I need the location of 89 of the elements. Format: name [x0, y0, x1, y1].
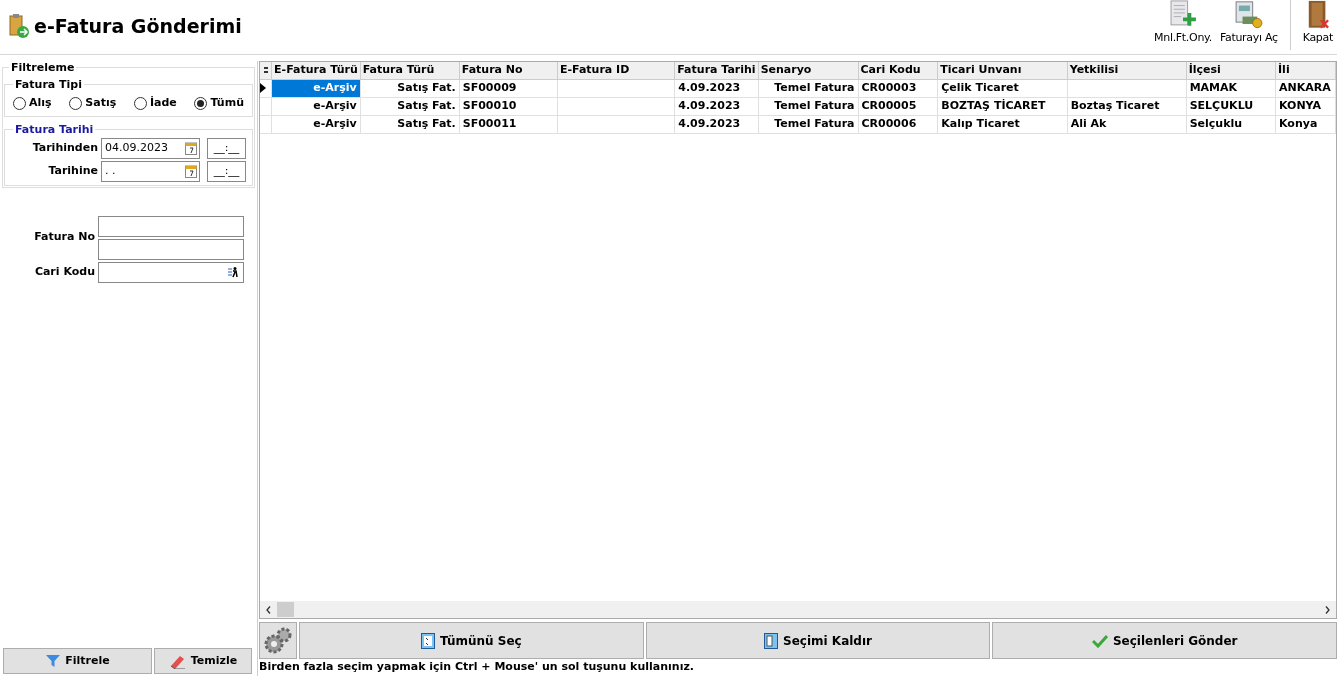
toolbar-button[interactable]: Faturayı Aç — [1215, 0, 1282, 50]
date-field[interactable]: 04.09.2023 — [101, 137, 200, 159]
horizontal-scrollbar[interactable] — [260, 601, 1336, 618]
column-header[interactable]: Fatura Türü — [360, 62, 460, 79]
lookup-field[interactable] — [98, 261, 244, 283]
scroll-thumb[interactable] — [277, 602, 294, 617]
table-cell: 4.09.2023 — [678, 98, 741, 112]
checkmark-icon — [1091, 633, 1108, 648]
time-field[interactable]: __:__ — [207, 160, 246, 182]
table-cell: Çelik Ticaret — [941, 80, 1019, 94]
table-row[interactable]: e-Arşiv Satış Fat. SF00009 4.09.2023 Temel Fatura CR00003 Çelik Ticaret MAMAK ANKARA — [260, 79, 1336, 97]
table-cell: BOZTAŞ TİCARET — [941, 98, 1046, 112]
column-header[interactable]: E-Fatura Türü — [271, 62, 361, 79]
table-cell: ANKARA — [1279, 80, 1331, 94]
gears-icon — [263, 625, 293, 656]
table-cell: Selçuklu — [1189, 116, 1243, 130]
column-header[interactable]: Fatura Tarihi — [674, 62, 759, 79]
table-row[interactable]: e-Arşiv Satış Fat. SF00011 4.09.2023 Temel Fatura CR00006 Kalıp Ticaret Ali Ak Selçuklu Konya — [260, 115, 1336, 133]
column-header[interactable]: Yetkilisi — [1067, 62, 1187, 79]
table-cell: Satış Fat. — [397, 98, 456, 112]
table-cell: Temel Fatura — [774, 80, 855, 94]
toolbar-button[interactable]: Kapat — [1298, 0, 1337, 50]
table-cell: e-Arşiv — [313, 80, 357, 94]
filter-button[interactable]: Filtrele — [3, 648, 152, 674]
settings-button[interactable] — [259, 622, 297, 659]
checklist-icon — [420, 632, 435, 649]
radio-button[interactable] — [69, 96, 83, 110]
grid-dots-icon — [263, 67, 268, 73]
table-cell: Temel Fatura — [774, 116, 855, 130]
table-cell: KONYA — [1279, 98, 1322, 112]
table-cell: Kalıp Ticaret — [941, 116, 1020, 130]
window-title: e-Fatura Gönderimi — [34, 14, 242, 39]
table-cell: Temel Fatura — [774, 98, 855, 112]
table-cell: e-Arşiv — [313, 116, 357, 130]
eraser-icon — [168, 653, 187, 669]
radio-option[interactable]: Satış — [69, 95, 117, 112]
status-text: Birden fazla seçim yapmak için Ctrl + Mouse' un sol tuşunu kullanınız. — [258, 659, 695, 675]
time-field[interactable]: __:__ — [207, 137, 246, 159]
column-header[interactable]: İlçesi — [1186, 62, 1276, 79]
table-cell: Ali Ak — [1070, 116, 1107, 130]
table-cell: CR00003 — [861, 80, 917, 94]
action-button[interactable]: Tümünü Seç — [299, 622, 644, 659]
table-cell: CR00006 — [861, 116, 917, 130]
scroll-right-icon[interactable] — [1325, 605, 1330, 614]
date-field[interactable]: . . — [101, 160, 200, 182]
field-label: Tarihine — [47, 162, 98, 179]
column-header[interactable]: Ticari Unvanı — [937, 62, 1068, 79]
calendar-icon[interactable] — [185, 141, 197, 155]
table-cell: SF00009 — [462, 80, 517, 94]
radio-button[interactable] — [194, 96, 208, 110]
radio-button[interactable] — [13, 96, 26, 110]
radio-option[interactable]: Tümü — [194, 95, 244, 112]
row-pointer-icon — [260, 83, 266, 93]
table-row[interactable]: e-Arşiv Satış Fat. SF00010 4.09.2023 Temel Fatura CR00005 BOZTAŞ TİCARET Boztaş Ticaret SELÇUKLU KONYA — [260, 97, 1336, 115]
table-cell: Satış Fat. — [397, 80, 456, 94]
table-cell: SF00010 — [462, 98, 517, 112]
funnel-icon — [45, 653, 62, 669]
table-cell: Satış Fat. — [397, 116, 456, 130]
table-cell: e-Arşiv — [313, 98, 357, 112]
table-cell: Boztaş Ticaret — [1070, 98, 1160, 112]
radio-option[interactable]: İade — [133, 95, 177, 112]
table-cell: Konya — [1279, 116, 1318, 130]
field-label: Cari Kodu — [33, 263, 95, 280]
scroll-left-icon[interactable] — [266, 605, 271, 614]
filter-button[interactable]: Temizle — [154, 648, 252, 674]
table-cell: CR00005 — [861, 98, 917, 112]
calendar-icon[interactable] — [185, 164, 197, 178]
field-label: Tarihinden — [31, 139, 98, 156]
toolbar-button[interactable]: Mnl.Ft.Ony. — [1150, 0, 1216, 50]
action-button[interactable]: Seçilenleri Gönder — [992, 622, 1337, 659]
list-icon — [764, 632, 779, 649]
table-cell: SELÇUKLU — [1189, 98, 1254, 112]
field-label: Fatura No — [33, 229, 95, 246]
action-button[interactable]: Seçimi Kaldır — [645, 622, 991, 659]
column-header[interactable]: Fatura No — [459, 62, 558, 79]
column-header[interactable]: E-Fatura ID — [557, 62, 675, 79]
radio-button[interactable] — [133, 96, 147, 110]
column-header[interactable]: Cari Kodu — [858, 62, 938, 79]
input-field[interactable] — [98, 215, 244, 237]
table-cell: 4.09.2023 — [678, 116, 741, 130]
column-header[interactable]: İli — [1275, 62, 1336, 79]
table-cell: MAMAK — [1189, 80, 1238, 94]
clipboard-arrow-icon — [8, 13, 30, 40]
runner-icon[interactable] — [227, 266, 239, 278]
table-cell: 4.09.2023 — [678, 80, 741, 94]
radio-option[interactable]: Alış — [13, 95, 52, 112]
column-header[interactable]: Senaryo — [758, 62, 858, 79]
table-cell: SF00011 — [462, 116, 517, 130]
input-field[interactable] — [98, 238, 244, 260]
